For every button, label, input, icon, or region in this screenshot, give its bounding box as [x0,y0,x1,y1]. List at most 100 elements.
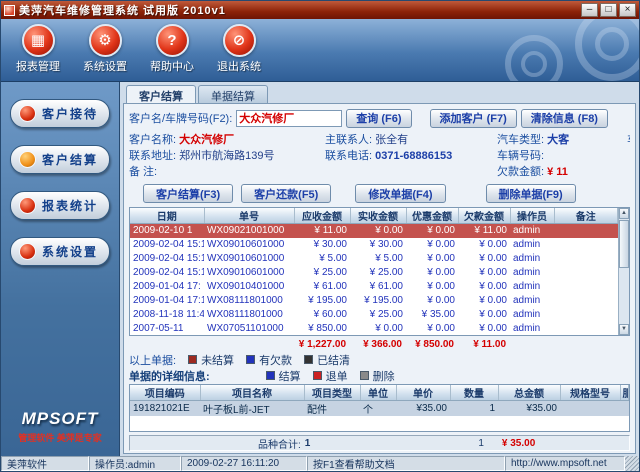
col-header-received[interactable]: 实收金额 [350,208,406,224]
add-customer-button[interactable]: 添加客户 (F7) [430,109,517,128]
toolbar-item-help[interactable]: ? 帮助中心 [144,24,200,74]
col-header-item-type[interactable]: 项目类型 [304,385,360,401]
col-header-service-staff[interactable]: 服务员工 [620,385,629,401]
customer-repay-button[interactable]: 客户还款(F5) [241,184,331,203]
bill-discount: ¥ 0.00 [406,252,458,266]
modify-bill-button[interactable]: 修改单据(F4) [355,184,445,203]
bill-date: 2009-02-04 15:1 [130,266,204,280]
car-type-label: 汽车类型: [497,134,544,146]
col-header-spec-model[interactable]: 规格型号 [560,385,620,401]
customer-name-value: 大众汽修厂 [179,134,234,146]
report-statistics-icon [19,197,36,214]
bill-row[interactable]: 2009-02-04 15:1 WX09010601000 ¥ 25.00 ¥ … [130,266,618,280]
bill-operator: admin [510,266,554,280]
bill-discount: ¥ 0.00 [406,224,458,238]
bill-debt: ¥ 0.00 [458,238,510,252]
status-website-link[interactable]: http://www.mpsoft.net [505,456,625,471]
col-header-note[interactable]: 备注 [554,208,618,224]
bill-note [554,238,618,252]
col-header-item-code[interactable]: 项目编码 [130,385,200,401]
customer-info: 客户名称: 大众汽修厂 主联系人: 张全有 汽车类型: 大客 车 架 号: 联系… [129,131,630,179]
sidebar-item-system-settings[interactable]: 系统设置 [10,237,110,266]
bill-receivable: ¥ 25.00 [294,266,350,280]
col-header-quantity[interactable]: 数量 [450,385,498,401]
scroll-down-icon[interactable]: ▼ [619,324,629,335]
scroll-up-icon[interactable]: ▲ [619,208,629,219]
col-header-total-amount[interactable]: 总金额 [498,385,560,401]
bill-row[interactable]: 2009-01-04 17:1 WX08111801000 ¥ 195.00 ¥… [130,294,618,308]
delete-bill-button[interactable]: 删除单据(F9) [486,184,576,203]
maximize-button[interactable]: □ [600,3,617,17]
variety-total-label: 品种合计: [258,436,301,451]
sidebar-item-label: 报表统计 [42,197,98,214]
info-row: 联系地址: 郑州市航海路139号 联系电话: 0371-68886153 车辆号… [129,147,630,163]
col-header-date[interactable]: 日期 [130,208,204,224]
bill-date: 2009-02-04 15:1 [130,238,204,252]
query-button[interactable]: 查询 (F6) [346,109,411,128]
scroll-thumb[interactable] [619,220,629,268]
legend-label: 结算 [279,368,301,384]
detail-row[interactable]: 191821021E 叶子板L前-JET 配件 个 ¥35.00 1 ¥35.0… [130,401,629,417]
col-header-discount[interactable]: 优惠金额 [406,208,458,224]
col-header-operator[interactable]: 操作员 [510,208,554,224]
bill-discount: ¥ 35.00 [406,308,458,322]
col-header-bill-no[interactable]: 单号 [204,208,294,224]
item-spec [560,401,620,417]
toolbar-item-settings[interactable]: ⚙ 系统设置 [77,24,133,74]
action-buttons: 客户结算(F3) 客户还款(F5) 修改单据(F4) 删除单据(F9) [143,184,630,203]
legend-label: 已结清 [317,352,350,368]
bill-date: 2009-02-10 1 [130,224,204,238]
col-header-item-name[interactable]: 项目名称 [200,385,304,401]
col-header-unit[interactable]: 单位 [360,385,396,401]
sidebar-item-report-statistics[interactable]: 报表统计 [10,191,110,220]
tab-customer-settlement[interactable]: 客户结算 [126,85,196,103]
main-toolbar: ▦ 报表管理 ⚙ 系统设置 ? 帮助中心 ⊘ 退出系统 [1,19,639,82]
customer-settle-button[interactable]: 客户结算(F3) [143,184,233,203]
legend-label: 有欠款 [259,352,292,368]
bill-operator: admin [510,224,554,238]
total-debt: ¥ 11.00 [457,337,509,351]
clear-info-button[interactable]: 清除信息 (F8) [521,109,608,128]
bill-row[interactable]: 2009-01-04 17: WX09010401000 ¥ 61.00 ¥ 6… [130,280,618,294]
col-header-unit-price[interactable]: 单价 [396,385,450,401]
contact-label: 主联系人: [325,134,372,146]
col-header-debt[interactable]: 欠款金额 [458,208,510,224]
bill-row[interactable]: 2008-11-18 11:4 WX08111801000 ¥ 60.00 ¥ … [130,308,618,322]
has-debt-color-swatch [246,355,255,364]
toolbar-item-reports[interactable]: ▦ 报表管理 [10,24,66,74]
car-type-value: 大客 [547,134,569,146]
close-button[interactable]: × [619,3,636,17]
address-value: 郑州市航海路139号 [179,150,274,162]
bills-scrollbar[interactable]: ▲ ▼ [618,208,629,335]
bill-debt: ¥ 0.00 [458,266,510,280]
delete-color-swatch [360,371,369,380]
plate-number-label: 车辆号码: [497,150,544,162]
phone-label: 联系电话: [325,150,372,162]
col-header-receivable[interactable]: 应收金额 [294,208,350,224]
customer-search-input[interactable] [236,110,342,127]
tab-bill-settlement[interactable]: 单据结算 [198,85,268,103]
bill-received: ¥ 61.00 [350,280,406,294]
bill-note [554,224,618,238]
toolbar-item-exit[interactable]: ⊘ 退出系统 [211,24,267,74]
minimize-button[interactable]: – [581,3,598,17]
logo-slogan: 管理软件 美萍是专家 [1,431,119,444]
bill-note [554,280,618,294]
sidebar-item-customer-reception[interactable]: 客户接待 [10,99,110,128]
variety-total-count: 1 [305,438,311,449]
bill-received: ¥ 5.00 [350,252,406,266]
bill-debt: ¥ 0.00 [458,308,510,322]
system-settings-icon [19,243,36,260]
address-label: 联系地址: [129,150,176,162]
sidebar-item-customer-settlement[interactable]: 客户结算 [10,145,110,174]
bill-row[interactable]: 2009-02-04 15:1 WX09010601000 ¥ 5.00 ¥ 5… [130,252,618,266]
resize-grip[interactable] [625,456,639,471]
info-row: 备 注: 欠款金额: ¥ 11 [129,163,630,179]
bill-row[interactable]: 2009-02-04 15:1 WX09010601000 ¥ 30.00 ¥ … [130,238,618,252]
item-name: 叶子板L前-JET [200,401,304,417]
decorative-ring [521,51,547,77]
bill-operator: admin [510,294,554,308]
bill-row[interactable]: 2007-05-11 WX07051101000 ¥ 850.00 ¥ 0.00… [130,322,618,336]
bill-receivable: ¥ 61.00 [294,280,350,294]
bill-row[interactable]: 2009-02-10 1 WX09021001000 ¥ 11.00 ¥ 0.0… [130,224,618,238]
